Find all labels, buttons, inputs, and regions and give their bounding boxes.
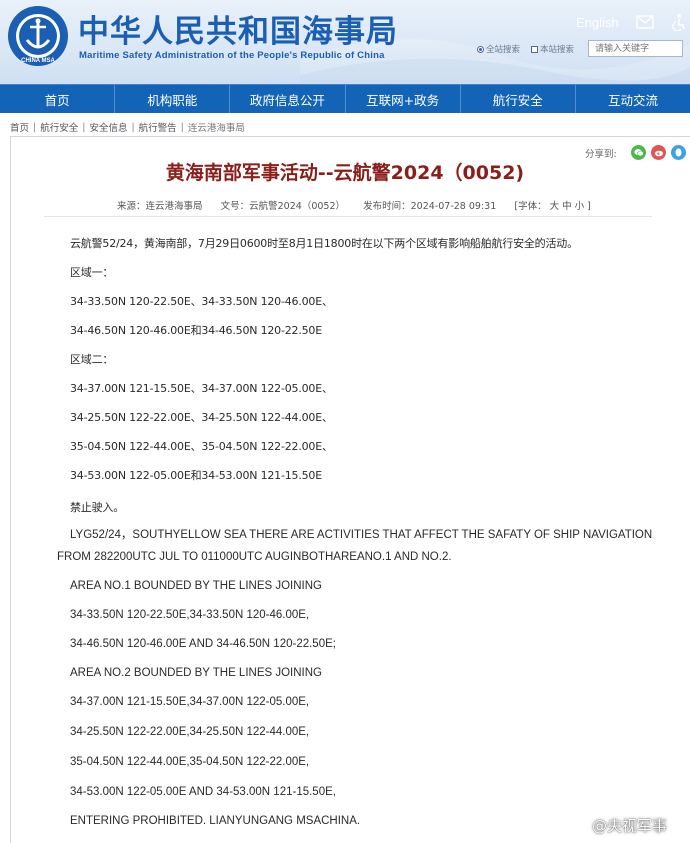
- watermark-text: @央视军事: [592, 817, 668, 835]
- site-header: CHINA MSA 中华人民共和国海事局 Maritime Safety Adm…: [0, 0, 690, 84]
- article-meta: 来源：连云港海事局 文号：云航警2024（0052） 发布时间：2024-07-…: [117, 198, 591, 212]
- body-cn-line: 区域二：: [70, 353, 114, 366]
- msa-logo-icon: CHINA MSA: [8, 6, 68, 66]
- meta-divider: [44, 216, 652, 217]
- body-en-line: 34-25.50N 122-22.00E,34-25.50N 122-44.00…: [70, 726, 310, 738]
- search-input[interactable]: [588, 40, 683, 57]
- site-subtitle: Maritime Safety Administration of the Pe…: [79, 50, 385, 61]
- body-en-line: 34-37.00N 121-15.50E,34-37.00N 122-05.00…: [70, 696, 310, 708]
- radio-all[interactable]: [477, 45, 484, 53]
- breadcrumb-nav-safety[interactable]: 航行安全: [40, 120, 78, 134]
- article-title: 黄海南部军事活动--云航警2024（0052): [165, 162, 525, 184]
- nav-internet-gov[interactable]: 互联网+政务: [346, 85, 461, 113]
- breadcrumb-safety-info[interactable]: 安全信息: [89, 120, 127, 134]
- site-title: 中华人民共和国海事局: [78, 14, 398, 50]
- accessibility-icon[interactable]: [672, 13, 686, 31]
- breadcrumb-home[interactable]: 首页: [10, 120, 29, 134]
- breadcrumb-sep: |: [180, 121, 184, 133]
- body-cn-line: 云航警52/24，黄海南部，7月29日0600时至8月1日1800时在以下两个区…: [70, 237, 578, 250]
- nav-home[interactable]: 首页: [0, 85, 116, 113]
- breadcrumb-sep: |: [33, 121, 37, 133]
- nav-interaction[interactable]: 互动交流: [576, 85, 690, 113]
- search-scope-site-label: 本站搜索: [540, 45, 575, 55]
- search-scope-all[interactable]: 全站搜索: [477, 43, 520, 55]
- font-size-control[interactable]: [字体： 大 中 小 ]: [514, 201, 591, 212]
- body-cn-line: 禁止驶入。: [70, 501, 124, 514]
- mail-icon[interactable]: [636, 15, 654, 29]
- body-en-line: 34-33.50N 120-22.50E,34-33.50N 120-46.00…: [70, 609, 310, 621]
- weibo-watermark-icon: [566, 818, 587, 835]
- body-en-line: ENTERING PROHIBITED. LIANYUNGANG MSACHIN…: [70, 815, 361, 827]
- body-en-line: AREA NO.2 BOUNDED BY THE LINES JOINING: [70, 667, 323, 679]
- meta-source: 来源：连云港海事局: [117, 201, 203, 212]
- meta-doc-no: 文号：云航警2024（0052）: [220, 201, 345, 212]
- breadcrumb-warnings[interactable]: 航行警告: [139, 120, 177, 134]
- body-en-paragraph: LYG52/24，SOUTHYELLOW SEA THERE ARE ACTIV…: [57, 529, 653, 563]
- body-en-line: 34-46.50N 120-46.00E AND 34-46.50N 120-2…: [70, 638, 336, 650]
- breadcrumb: 首页 | 航行安全 | 安全信息 | 航行警告 | 连云港海事局: [10, 120, 245, 135]
- search-scope-site[interactable]: 本站搜索: [531, 43, 574, 55]
- body-en-line: AREA NO.1 BOUNDED BY THE LINES JOINING: [70, 580, 323, 592]
- svg-text:CHINA MSA: CHINA MSA: [21, 58, 55, 64]
- weibo-watermark: @央视军事: [566, 815, 667, 836]
- english-link[interactable]: English: [576, 15, 619, 30]
- body-cn-line: 34-33.50N 120-22.50E、34-33.50N 120-46.00…: [70, 295, 333, 308]
- breadcrumb-current[interactable]: 连云港海事局: [188, 120, 245, 134]
- body-en-line: 34-53.00N 122-05.00E AND 34-53.00N 121-1…: [70, 786, 336, 798]
- body-cn-line: 区域一：: [70, 266, 114, 279]
- breadcrumb-sep: |: [82, 121, 86, 133]
- main-nav: 首页 机构职能 政府信息公开 互联网+政务 航行安全 互动交流: [0, 84, 690, 113]
- body-cn-line: 35-04.50N 122-44.00E、35-04.50N 122-22.00…: [70, 440, 333, 453]
- body-cn-line: 34-37.00N 121-15.50E、34-37.00N 122-05.00…: [70, 382, 333, 395]
- body-cn-line: 34-25.50N 122-22.00E、34-25.50N 122-44.00…: [70, 411, 333, 424]
- body-cn-line: 34-53.00N 122-05.00E和34-53.00N 121-15.50…: [70, 469, 322, 482]
- body-cn-line: 34-46.50N 120-46.00E和34-46.50N 120-22.50…: [70, 324, 322, 337]
- breadcrumb-sep: |: [131, 121, 135, 133]
- body-en-line: 35-04.50N 122-44.00E,35-04.50N 122-22.00…: [70, 756, 310, 768]
- search-scope-all-label: 全站搜索: [486, 45, 521, 55]
- checkbox-site[interactable]: [531, 45, 538, 53]
- nav-gov-info[interactable]: 政府信息公开: [230, 85, 346, 113]
- meta-time: 发布时间：2024-07-28 09:31: [363, 201, 497, 212]
- nav-navigation-safety[interactable]: 航行安全: [461, 85, 576, 113]
- nav-functions[interactable]: 机构职能: [115, 85, 231, 113]
